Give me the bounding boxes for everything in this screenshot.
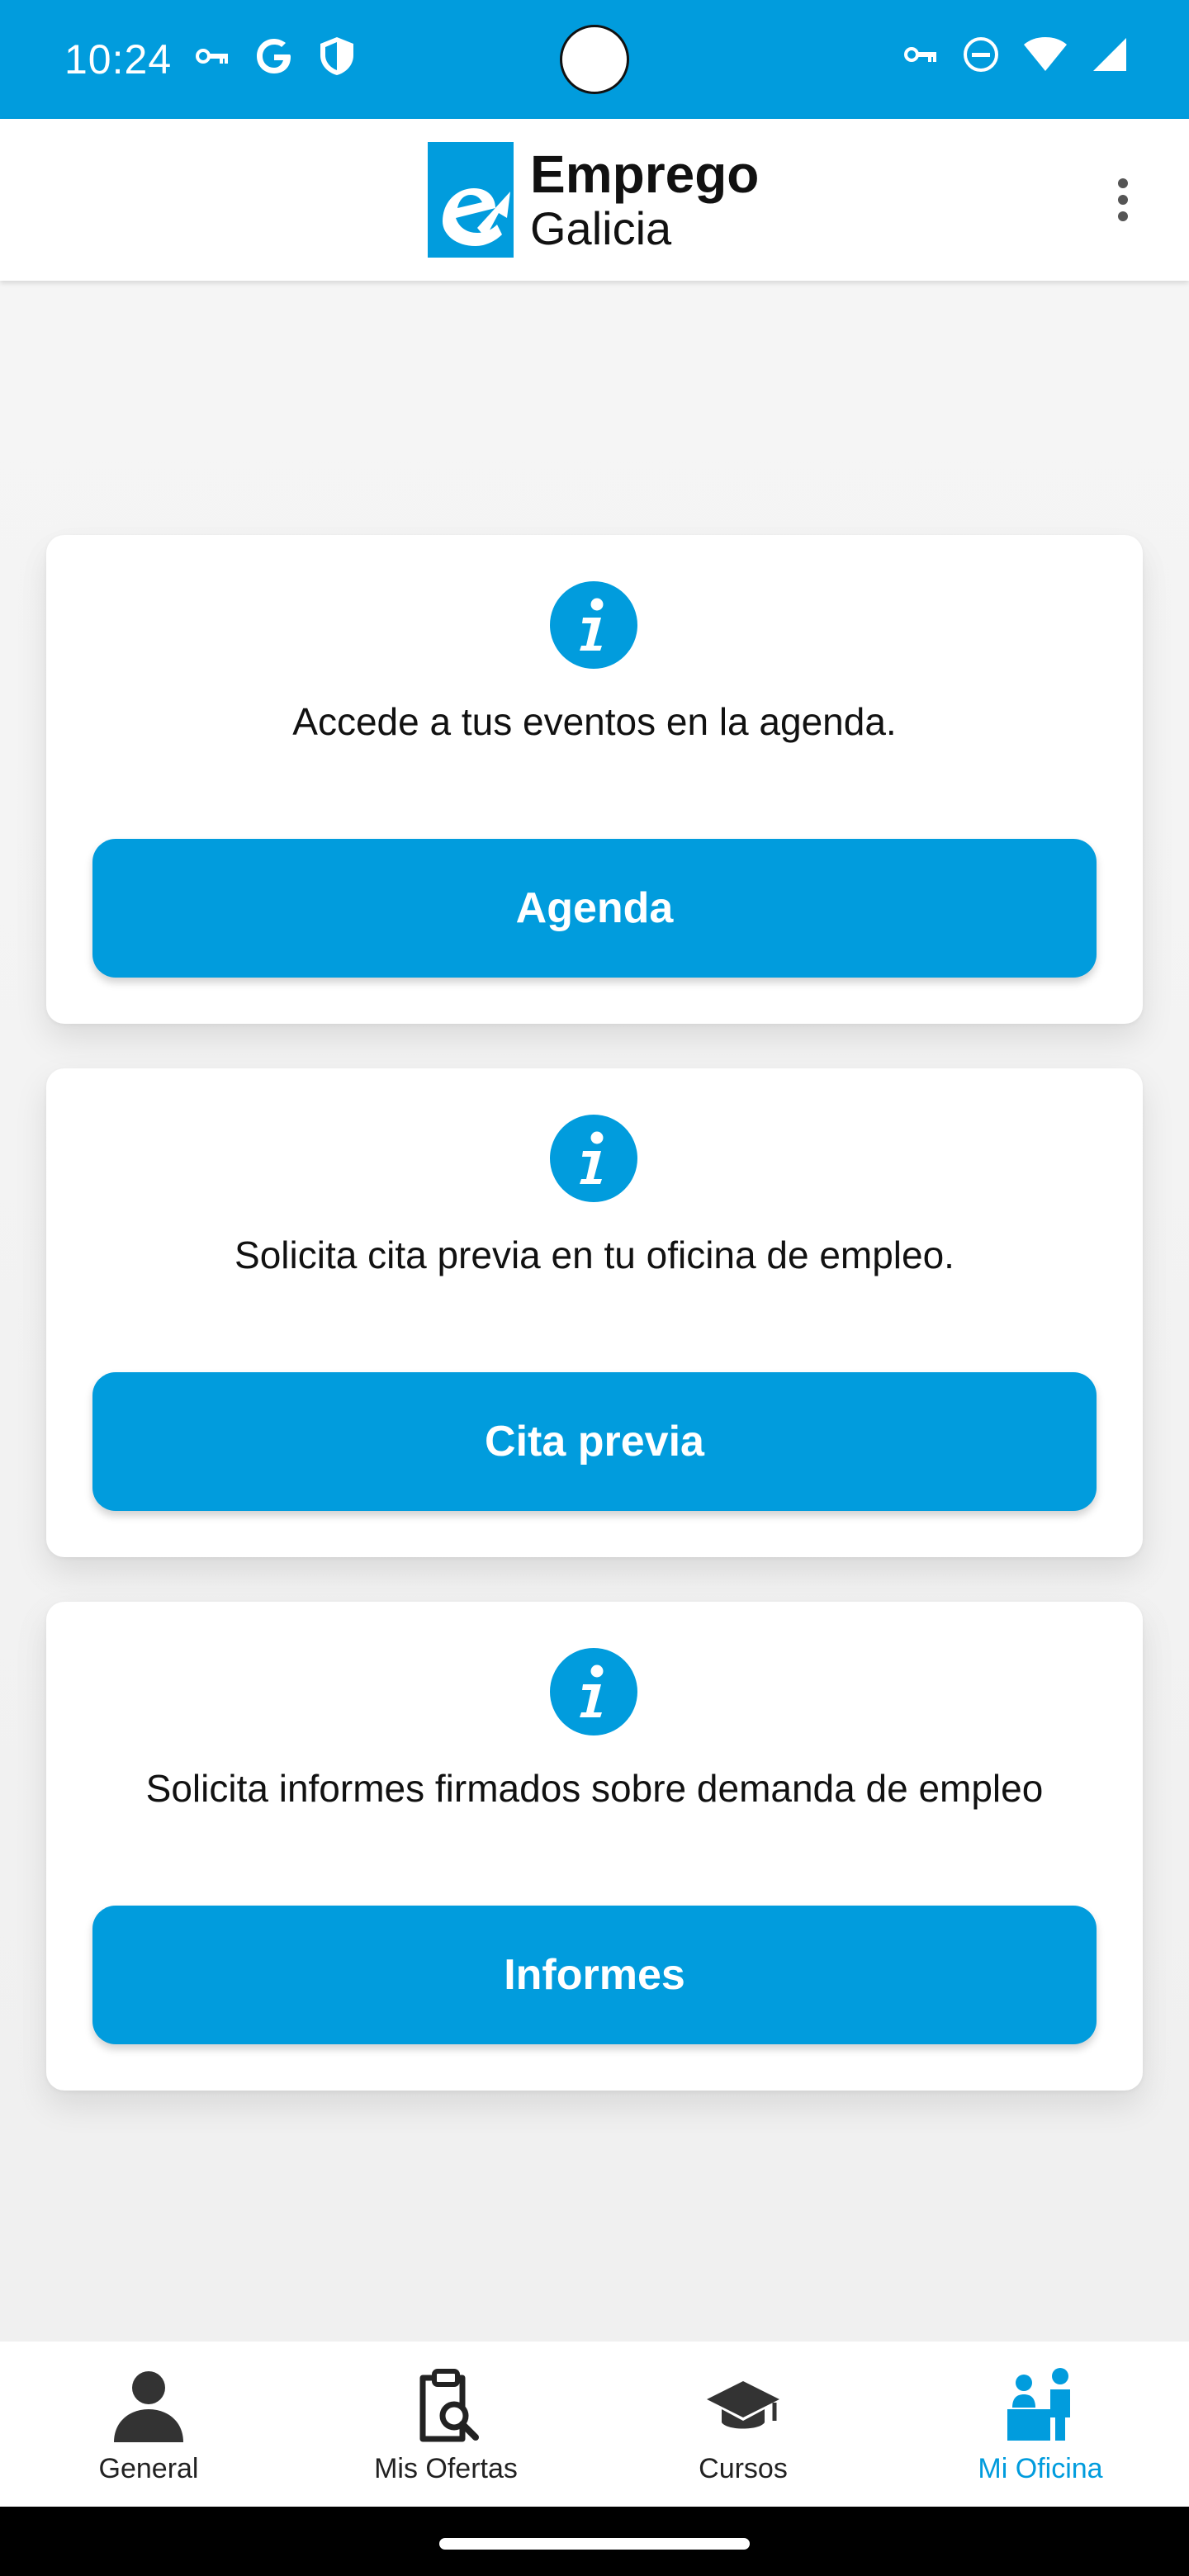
- bottom-navigation: General Mis Ofertas Cursos Mi Oficina: [0, 2342, 1189, 2507]
- status-time: 10:24: [64, 36, 173, 83]
- do-not-disturb-icon: [964, 37, 998, 72]
- more-vert-icon: [1118, 211, 1128, 221]
- wifi-icon: [1024, 37, 1067, 71]
- google-icon: [257, 39, 291, 73]
- app-bar: Emprego Galicia: [0, 119, 1189, 281]
- shield-icon: [320, 37, 353, 75]
- info-icon: [550, 1115, 637, 1202]
- cita-previa-card: Solicita cita previa en tu oficina de em…: [46, 1068, 1143, 1557]
- signal-icon: [1093, 38, 1126, 71]
- logo-brand: Emprego: [530, 144, 760, 204]
- logo-sub: Galicia: [530, 202, 672, 254]
- office-people-icon: [1007, 2368, 1070, 2441]
- status-right-icons: [900, 35, 1130, 74]
- graduation-cap-icon: [707, 2381, 779, 2429]
- cita-previa-button[interactable]: Cita previa: [92, 1372, 1097, 1511]
- vpn-key-icon: [904, 47, 936, 62]
- logo-words: Emprego Galicia: [530, 145, 759, 254]
- agenda-card: Accede a tus eventos en la agenda. Agend…: [46, 535, 1143, 1024]
- agenda-button[interactable]: Agenda: [92, 839, 1097, 978]
- info-icon: [550, 1648, 637, 1735]
- nav-label: Mis Ofertas: [374, 2453, 518, 2484]
- status-bar: 10:24: [0, 0, 1189, 119]
- camera-cutout: [560, 25, 629, 94]
- card-description: Solicita informes firmados sobre demanda…: [145, 1767, 1044, 1810]
- info-icon: [550, 581, 637, 669]
- nav-item-cursos[interactable]: Cursos: [594, 2342, 892, 2507]
- clipboard-search-icon: [419, 2369, 479, 2442]
- emprego-galicia-logo: Emprego Galicia: [428, 142, 759, 258]
- nav-label: General: [98, 2453, 199, 2484]
- nav-label: Mi Oficina: [978, 2453, 1103, 2484]
- system-navigation-bar: [0, 2507, 1189, 2576]
- status-left-icons: [192, 35, 357, 78]
- informes-card: Solicita informes firmados sobre demanda…: [46, 1602, 1143, 2091]
- card-description: Solicita cita previa en tu oficina de em…: [234, 1234, 955, 1276]
- screen: 10:24 Emprego Galicia Accede a tus event…: [0, 0, 1189, 2576]
- nav-item-mi-oficina[interactable]: Mi Oficina: [892, 2342, 1189, 2507]
- informes-button[interactable]: Informes: [92, 1906, 1097, 2044]
- home-gesture-handle[interactable]: [439, 2538, 750, 2550]
- card-description: Accede a tus eventos en la agenda.: [292, 700, 897, 743]
- nav-label: Cursos: [699, 2453, 788, 2484]
- nav-item-mis-ofertas[interactable]: Mis Ofertas: [297, 2342, 594, 2507]
- more-vert-icon: [1118, 195, 1128, 205]
- vpn-key-icon: [196, 49, 228, 64]
- nav-item-general[interactable]: General: [0, 2342, 297, 2507]
- more-options-button[interactable]: [1105, 173, 1141, 226]
- logo-mark-icon: [428, 142, 514, 258]
- more-vert-icon: [1118, 178, 1128, 188]
- person-icon: [114, 2371, 183, 2442]
